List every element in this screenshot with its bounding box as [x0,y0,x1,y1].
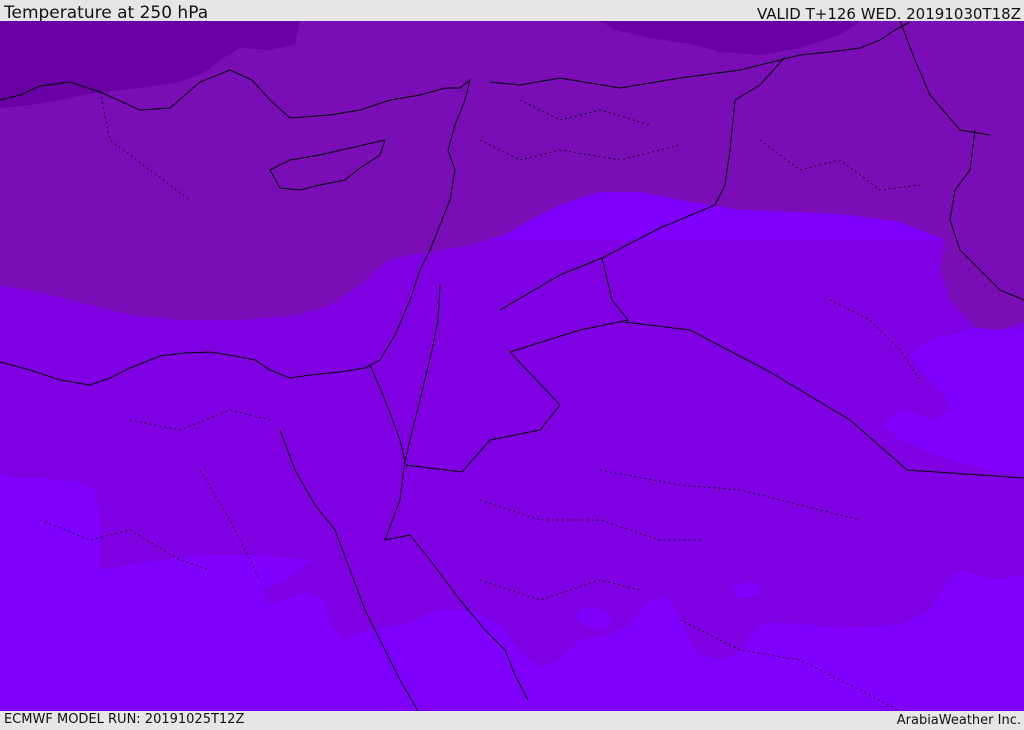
map-footer: ECMWF MODEL RUN: 20191025T12Z ArabiaWeat… [0,711,1024,729]
model-run: ECMWF MODEL RUN: 20191025T12Z [4,712,245,727]
temperature-map[interactable] [0,21,1024,711]
credit: ArabiaWeather Inc. [896,713,1021,728]
map-title: Temperature at 250 hPa [4,3,209,23]
map-canvas [0,21,1024,711]
map-header: Temperature at 250 hPa VALID T+126 WED. … [0,0,1024,23]
